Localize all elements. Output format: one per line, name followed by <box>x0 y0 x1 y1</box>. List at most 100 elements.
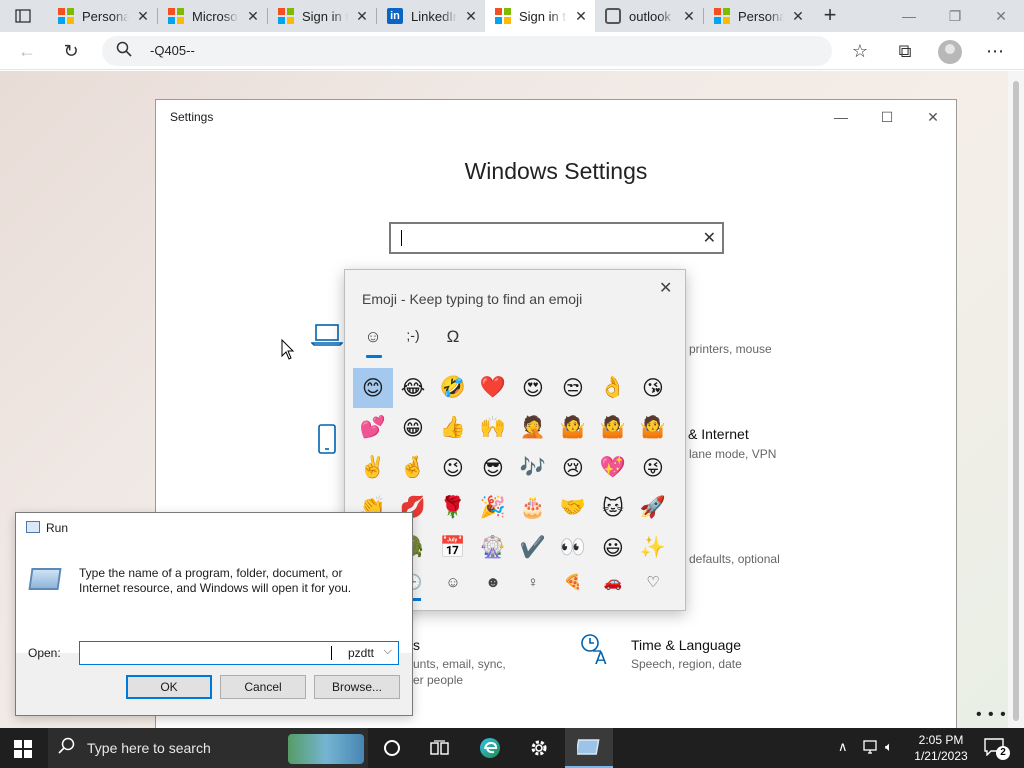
task-view-icon[interactable] <box>416 728 464 768</box>
chevron-down-icon[interactable]: ⌵ <box>384 645 392 658</box>
emoji-item[interactable]: 🤷 <box>593 408 633 448</box>
more-options-icon[interactable]: ⋯ <box>980 36 1010 66</box>
restore-button[interactable]: ❐ <box>932 0 978 32</box>
emoji-item[interactable]: 🎡 <box>473 528 513 568</box>
tab-6[interactable]: outlook ✕ <box>595 0 703 32</box>
ok-button[interactable]: OK <box>126 675 212 699</box>
more-dots-icon[interactable]: • • • <box>976 706 1007 724</box>
category-description[interactable]: unts, email, sync, <box>413 657 506 671</box>
emoji-category-icon[interactable]: 🍕 <box>553 568 593 596</box>
windows-start-icon[interactable] <box>14 740 32 758</box>
laptop-icon[interactable] <box>310 322 344 354</box>
page-scrollbar[interactable] <box>1008 71 1024 728</box>
tab-symbols[interactable]: Ω <box>436 327 470 353</box>
emoji-item[interactable]: 🤷 <box>553 408 593 448</box>
network-icon[interactable] <box>862 739 880 758</box>
emoji-item[interactable]: 👀 <box>553 528 593 568</box>
emoji-item[interactable]: 🌹 <box>433 488 473 528</box>
category-description[interactable]: defaults, optional <box>689 552 780 566</box>
open-input-value[interactable]: pzdtt <box>348 646 374 660</box>
run-title-bar[interactable]: Run <box>16 513 412 543</box>
system-clock[interactable]: 2:05 PM 1/21/2023 <box>906 732 976 764</box>
emoji-item[interactable]: 😉 <box>433 448 473 488</box>
taskbar-search-box[interactable]: Type here to search <box>48 728 368 768</box>
emoji-item[interactable]: 😘 <box>633 368 673 408</box>
notification-center-icon[interactable]: 2 <box>984 738 1010 760</box>
tab-close-icon[interactable]: ✕ <box>457 8 485 25</box>
clear-search-icon[interactable]: ✕ <box>703 228 716 248</box>
emoji-item[interactable]: 😜 <box>633 448 673 488</box>
emoji-item[interactable]: 👌 <box>593 368 633 408</box>
emoji-item[interactable]: 💕 <box>353 408 393 448</box>
emoji-item[interactable]: 😢 <box>553 448 593 488</box>
category-title[interactable]: Time & Language <box>631 637 741 653</box>
tab-1[interactable]: Personal ✕ <box>48 0 157 32</box>
emoji-category-icon[interactable]: 🚗 <box>593 568 633 596</box>
emoji-item[interactable]: 🎶 <box>513 448 553 488</box>
close-window-button[interactable]: ✕ <box>978 0 1024 32</box>
collections-icon[interactable]: ⧉ <box>890 36 920 66</box>
address-bar[interactable]: -Q405-- <box>102 36 832 66</box>
tab-close-icon[interactable]: ✕ <box>239 8 267 25</box>
category-description[interactable]: er people <box>413 673 463 687</box>
emoji-item[interactable]: 🤦 <box>513 408 553 448</box>
cortana-icon[interactable] <box>368 728 416 768</box>
emoji-item[interactable]: 📅 <box>433 528 473 568</box>
tab-emoji[interactable]: ☺ <box>356 327 390 358</box>
emoji-item[interactable]: 😍 <box>513 368 553 408</box>
emoji-item[interactable]: 😊 <box>353 368 393 408</box>
emoji-item[interactable]: 😎 <box>473 448 513 488</box>
category-title[interactable]: s <box>413 637 420 653</box>
emoji-item[interactable]: 😁 <box>393 408 433 448</box>
emoji-item[interactable]: 👍 <box>433 408 473 448</box>
emoji-item[interactable]: 🤞 <box>393 448 433 488</box>
category-title[interactable]: & Internet <box>688 426 749 442</box>
settings-search-input[interactable]: ✕ <box>389 222 724 254</box>
emoji-category-icon[interactable]: ♀ <box>513 568 553 596</box>
emoji-category-icon[interactable]: ☺ <box>433 568 473 596</box>
category-description[interactable]: lane mode, VPN <box>689 447 776 461</box>
tab-close-icon[interactable]: ✕ <box>348 8 376 25</box>
tab-2[interactable]: Microsoft ✕ <box>158 0 267 32</box>
tab-close-icon[interactable]: ✕ <box>675 8 703 25</box>
scrollbar-thumb[interactable] <box>1013 81 1019 721</box>
emoji-item[interactable]: 🤣 <box>433 368 473 408</box>
emoji-item[interactable]: 🚀 <box>633 488 673 528</box>
favorites-icon[interactable]: ☆ <box>845 36 875 66</box>
back-icon[interactable]: ← <box>12 36 42 66</box>
open-combobox[interactable]: pzdtt ⌵ <box>79 641 399 665</box>
emoji-item[interactable]: 😃 <box>593 528 633 568</box>
tab-3[interactable]: Sign in to ✕ <box>268 0 376 32</box>
emoji-item[interactable]: 💖 <box>593 448 633 488</box>
emoji-item[interactable]: ✨ <box>633 528 673 568</box>
emoji-item[interactable]: 🎂 <box>513 488 553 528</box>
emoji-item[interactable]: 🎉 <box>473 488 513 528</box>
emoji-item[interactable]: ✔️ <box>513 528 553 568</box>
profile-avatar[interactable] <box>938 40 962 64</box>
chevron-up-icon[interactable]: ∧ <box>838 739 848 755</box>
refresh-icon[interactable]: ↻ <box>56 36 86 66</box>
emoji-item[interactable]: 😂 <box>393 368 433 408</box>
minimize-button[interactable]: — <box>886 0 932 32</box>
emoji-item[interactable]: ❤️ <box>473 368 513 408</box>
tab-kaomoji[interactable]: ;-) <box>396 327 430 353</box>
settings-maximize-button[interactable]: ☐ <box>864 104 910 130</box>
category-description[interactable]: Speech, region, date <box>631 657 742 671</box>
tab-5-active[interactable]: Sign in to ✕ <box>485 0 595 32</box>
emoji-item[interactable]: ✌️ <box>353 448 393 488</box>
edge-browser-icon[interactable] <box>466 728 514 768</box>
emoji-item[interactable]: 🤷 <box>633 408 673 448</box>
new-tab-button[interactable]: + <box>815 0 845 32</box>
tab-close-icon[interactable]: ✕ <box>784 8 812 25</box>
tab-close-icon[interactable]: ✕ <box>567 8 595 25</box>
run-app-taskbar-icon[interactable] <box>565 728 613 768</box>
tab-close-icon[interactable]: ✕ <box>129 8 157 25</box>
emoji-item[interactable]: 🙌 <box>473 408 513 448</box>
volume-icon[interactable]: 🔈︎ <box>885 739 893 755</box>
tab-7[interactable]: Personal ✕ <box>704 0 812 32</box>
time-language-icon[interactable]: A <box>579 632 613 673</box>
cancel-button[interactable]: Cancel <box>220 675 306 699</box>
settings-close-button[interactable]: ✕ <box>910 104 956 130</box>
tab-actions-icon[interactable] <box>0 0 46 32</box>
close-icon[interactable]: ✕ <box>659 278 672 298</box>
